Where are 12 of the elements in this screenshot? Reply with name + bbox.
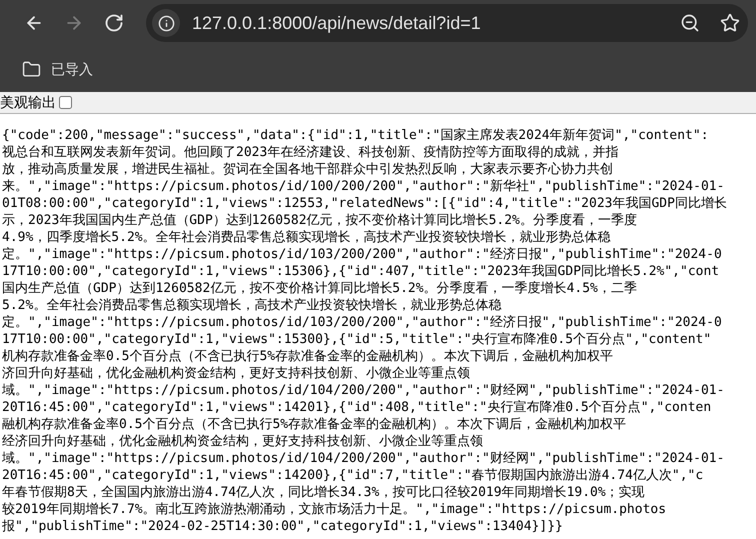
bookmark-folder[interactable]: 已导入 — [22, 58, 93, 80]
zoom-out-icon[interactable] — [680, 13, 700, 33]
pretty-print-checkbox[interactable] — [59, 96, 72, 109]
pretty-print-label: 美观输出 — [0, 93, 56, 112]
reload-icon — [104, 13, 124, 33]
json-output: {"code":200,"message":"success","data":{"id":1,"title":"国家主席发表2024年新年贺词","content": 视总台和互联网发表新年贺词。他回顾了2023年在经济建设、科技创新、疫情防控等方面取得的成就，并指 放，推动高质量发展，增进民生福祉。贺词在全国各地干部群众中引发热烈反响，大家表示要齐心协力共创 来。","image":"https://picsum.photos/id/100/200/200","author":"新华社","publishTime":"2024-01- 01T08:00:00","categoryId":1,"views":12553,"relatedNews":[{"id":4,"title":"2023年我国GDP同比增长 示，2023年我国国内生产总值（GDP）达到1260582亿元，按不变价格计算同比增长5.2%。分季度看，一季度 4.9%，四季度增长5.2%。全年社会消费品零售总额实现增长，高技术产业投资较快增长，就业形势总体稳 定。","image":"https://picsum.photos/id/103/200/200","author":"经济日报","publishTime":"2024-0 17T10:00:00","categoryId":1,"views":15306},{"id":407,"title":"2023年我国GDP同比增长5.2%","cont 国内生产总值（GDP）达到1260582亿元，按不变价格计算同比增长5.2%。分季度看，一季度增长4.5%，二季 5.2%。全年社会消费品零售总额实现增长，高技术产业投资较快增长，就业形势总体稳 定。","image":"https://picsum.photos/id/103/200/200","author":"经济日报","publishTime":"2024-0 17T10:00:00","categoryId":1,"views":15300},{"id":5,"title":"央行宣布降准0.5个百分点","content" 机构存款准备金率0.5个百分点（不含已执行5%存款准备金率的金融机构）。本次下调后，金融机构加权平 济回升向好基础，优化金融机构资金结构，更好支持科技创新、小微企业等重点领 域。","image":"https://picsum.photos/id/104/200/200","author":"财经网","publishTime":"2024-01- 20T16:45:00","categoryId":1,"views":14201},{"id":408,"title":"央行宣布降准0.5个百分点","conten 融机构存款准备金率0.5个百分点（不含已执行5%存款准备金率的金融机构）。本次下调后，金融机构加权平 经济回升向好基础，优化金融机构资金结构，更好支持科技创新、小微企业等重点领 域。","image":"https://picsum.photos/id/104/200/200","author":"财经网","publishTime":"2024-01- 20T16:45:00","categoryId":1,"views":14200},{"id":7,"title":"春节假期国内旅游出游4.74亿人次","c 年春节假期8天，全国国内旅游出游4.74亿人次，同比增长34.3%，按可比口径较2019年同期增长19.0%；实现 较2019年同期增长7.7%。南北互跨旅游热潮涌动，文旅市场活力十足。","image":"https://picsum.photos 报","publishTime":"2024-02-25T14:30:00","categoryId":1,"views":13404}]}} — [1, 127, 728, 535]
url-text: 127.0.0.1:8000/api/news/detail?id=1 — [192, 12, 481, 35]
folder-icon — [22, 60, 41, 78]
site-info-button[interactable] — [152, 9, 180, 37]
address-bar[interactable]: 127.0.0.1:8000/api/news/detail?id=1 — [146, 4, 748, 42]
bookmark-star-icon[interactable] — [720, 13, 740, 33]
info-icon — [158, 14, 174, 32]
